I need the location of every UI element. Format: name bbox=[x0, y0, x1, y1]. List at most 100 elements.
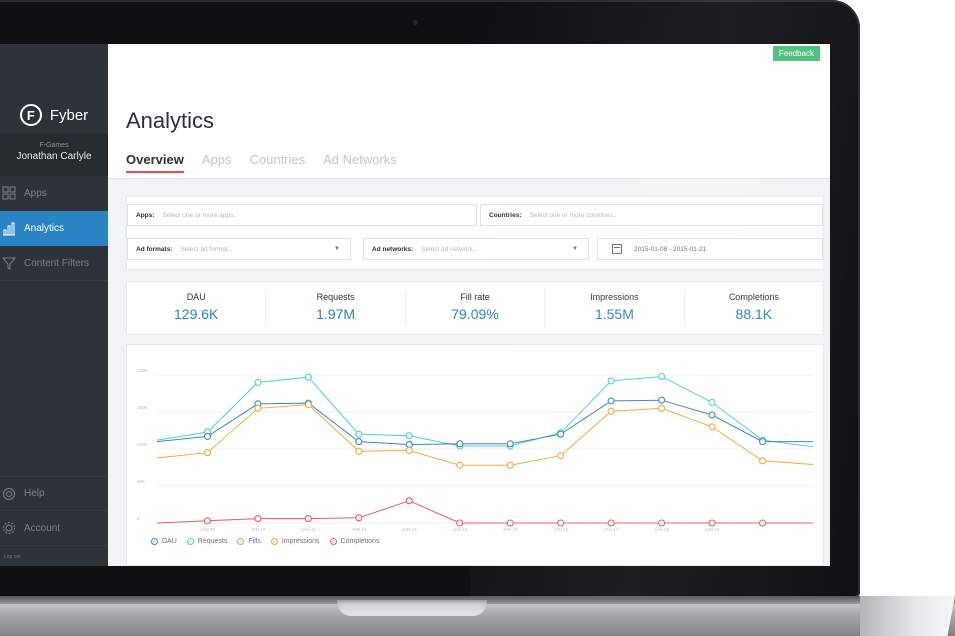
kpi-label: Impressions bbox=[590, 292, 639, 302]
caret-down-icon: ▼ bbox=[572, 246, 578, 252]
tab-countries[interactable]: Countries bbox=[249, 152, 305, 173]
sidebar-item-help[interactable]: Help bbox=[0, 476, 108, 511]
grid-icon bbox=[2, 186, 16, 200]
calendar-icon bbox=[612, 244, 622, 254]
kpi-value: 88.1K bbox=[735, 306, 773, 322]
date-range-picker[interactable]: 2015-01-08 - 2015-01-21 bbox=[597, 238, 823, 260]
kpi-label: Requests bbox=[316, 292, 355, 302]
countries-filter[interactable]: Countries: Select one or more countries.… bbox=[480, 204, 823, 226]
sidebar-item-apps[interactable]: Apps bbox=[0, 176, 108, 211]
chart-legend: ✓ DAU ✓ Requests ✓ Fills ✓ Impressions ✓… bbox=[151, 538, 379, 545]
data-point-completions bbox=[355, 514, 363, 522]
data-point-impressions bbox=[304, 401, 312, 409]
sidebar-item-label: Content Filters bbox=[24, 257, 90, 269]
x-tick-label: JAN 13 bbox=[402, 527, 417, 532]
check-circle-icon: ✓ bbox=[270, 538, 278, 545]
ad-formats-placeholder: Select ad format.. bbox=[180, 245, 232, 253]
data-point-dau bbox=[456, 440, 464, 448]
data-point-impressions bbox=[203, 449, 212, 457]
legend-label: DAU bbox=[162, 538, 177, 545]
apps-filter-placeholder: Select one or more apps.. bbox=[162, 211, 237, 219]
chart-panel: 0 50K 100K 150K 200K JAN 09 JAN 10 JAN 11 JAN 12… bbox=[126, 344, 824, 566]
bar-chart-icon bbox=[2, 222, 16, 236]
data-point-impressions bbox=[557, 452, 565, 460]
apps-filter[interactable]: Apps: Select one or more apps.. bbox=[127, 204, 477, 226]
data-point-requests bbox=[658, 372, 666, 381]
laptop-base-corner bbox=[860, 596, 955, 636]
account-switcher[interactable]: F-Games Jonathan Carlyle bbox=[0, 134, 108, 176]
check-circle-icon: ✓ bbox=[237, 538, 245, 545]
data-point-completions bbox=[658, 519, 666, 527]
tab-overview[interactable]: Overview bbox=[126, 152, 184, 173]
tab-ad-networks[interactable]: Ad Networks bbox=[323, 152, 397, 173]
data-point-dau bbox=[658, 396, 666, 404]
y-tick-label: 100K bbox=[137, 442, 148, 447]
data-point-completions bbox=[456, 519, 464, 527]
logout-link[interactable]: Log out bbox=[4, 554, 21, 560]
data-point-impressions bbox=[708, 423, 716, 431]
brand[interactable]: F Fyber bbox=[0, 102, 108, 128]
data-point-requests bbox=[304, 373, 312, 381]
legend-label: Requests bbox=[197, 538, 228, 545]
y-tick-label: 200K bbox=[137, 368, 148, 373]
x-tick-label: JAN 11 bbox=[301, 527, 316, 532]
x-tick-label: JAN 19 bbox=[705, 527, 720, 532]
sidebar: F Fyber F-Games Jonathan Carlyle Apps An… bbox=[0, 44, 108, 566]
legend-item-fills[interactable]: ✓ Fills bbox=[237, 538, 261, 545]
feedback-button[interactable]: Feedback bbox=[772, 46, 820, 61]
legend-item-completions[interactable]: ✓ Completions bbox=[329, 538, 380, 545]
ad-networks-select[interactable]: Ad networks: Select ad network.. ▼ bbox=[363, 238, 589, 260]
kpi-dau: DAU 129.6K bbox=[127, 290, 267, 326]
x-tick-label: JAN 18 bbox=[654, 527, 669, 532]
ad-formats-select[interactable]: Ad formats: Select ad format.. ▼ bbox=[127, 238, 351, 260]
data-point-dau bbox=[405, 441, 413, 449]
legend-label: Completions bbox=[340, 538, 380, 545]
data-point-requests bbox=[405, 432, 413, 440]
kpi-completions: Completions 88.1K bbox=[685, 290, 823, 326]
kpi-fill-rate: Fill rate 79.09% bbox=[406, 290, 546, 326]
data-point-requests bbox=[254, 378, 262, 386]
data-point-requests bbox=[355, 430, 363, 438]
sidebar-item-analytics[interactable]: Analytics bbox=[0, 211, 108, 246]
account-user: Jonathan Carlyle bbox=[16, 151, 92, 162]
sidebar-item-label: Apps bbox=[24, 187, 47, 199]
legend-item-dau[interactable]: ✓ DAU bbox=[151, 538, 177, 545]
data-point-completions bbox=[758, 519, 767, 527]
apps-filter-label: Apps: bbox=[136, 211, 155, 219]
caret-down-icon: ▼ bbox=[334, 246, 340, 252]
sidebar-item-label: Help bbox=[24, 488, 45, 499]
check-circle-icon: ✓ bbox=[151, 538, 158, 545]
sidebar-item-account[interactable]: Account bbox=[0, 511, 108, 546]
data-point-impressions bbox=[456, 461, 464, 469]
data-point-completions bbox=[708, 519, 716, 527]
ad-networks-placeholder: Select ad network.. bbox=[421, 245, 477, 253]
page-header: Feedback Analytics Overview Apps Countri… bbox=[108, 44, 830, 179]
data-point-dau bbox=[506, 440, 514, 448]
ad-networks-label: Ad networks: bbox=[372, 245, 414, 253]
laptop-notch bbox=[337, 600, 487, 616]
data-point-completions bbox=[203, 517, 212, 525]
legend-item-impressions[interactable]: ✓ Impressions bbox=[270, 538, 320, 545]
data-point-impressions bbox=[355, 447, 363, 455]
y-tick-label: 50K bbox=[137, 479, 145, 484]
data-point-completions bbox=[506, 519, 514, 527]
sidebar-item-content-filters[interactable]: Content Filters bbox=[0, 246, 108, 281]
gear-icon bbox=[2, 521, 16, 535]
data-point-impressions bbox=[254, 404, 262, 412]
fyber-logo-icon: F bbox=[19, 104, 42, 126]
data-point-dau bbox=[708, 411, 716, 419]
legend-label: Impressions bbox=[281, 538, 320, 545]
tab-apps[interactable]: Apps bbox=[202, 152, 232, 173]
data-point-completions bbox=[304, 515, 312, 523]
page-title: Analytics bbox=[126, 108, 215, 133]
kpi-value: 1.55M bbox=[594, 306, 634, 322]
x-tick-label: JAN 15 bbox=[503, 527, 518, 532]
countries-filter-label: Countries: bbox=[489, 211, 522, 219]
tab-bar: Overview Apps Countries Ad Networks bbox=[126, 152, 397, 173]
data-point-impressions bbox=[506, 461, 514, 469]
legend-item-requests[interactable]: ✓ Requests bbox=[186, 538, 228, 545]
x-tick-label: JAN 09 bbox=[200, 527, 215, 532]
data-point-dau bbox=[355, 438, 363, 446]
countries-filter-placeholder: Select one or more countries.. bbox=[529, 211, 617, 219]
x-tick-label: JAN 16 bbox=[553, 527, 568, 532]
